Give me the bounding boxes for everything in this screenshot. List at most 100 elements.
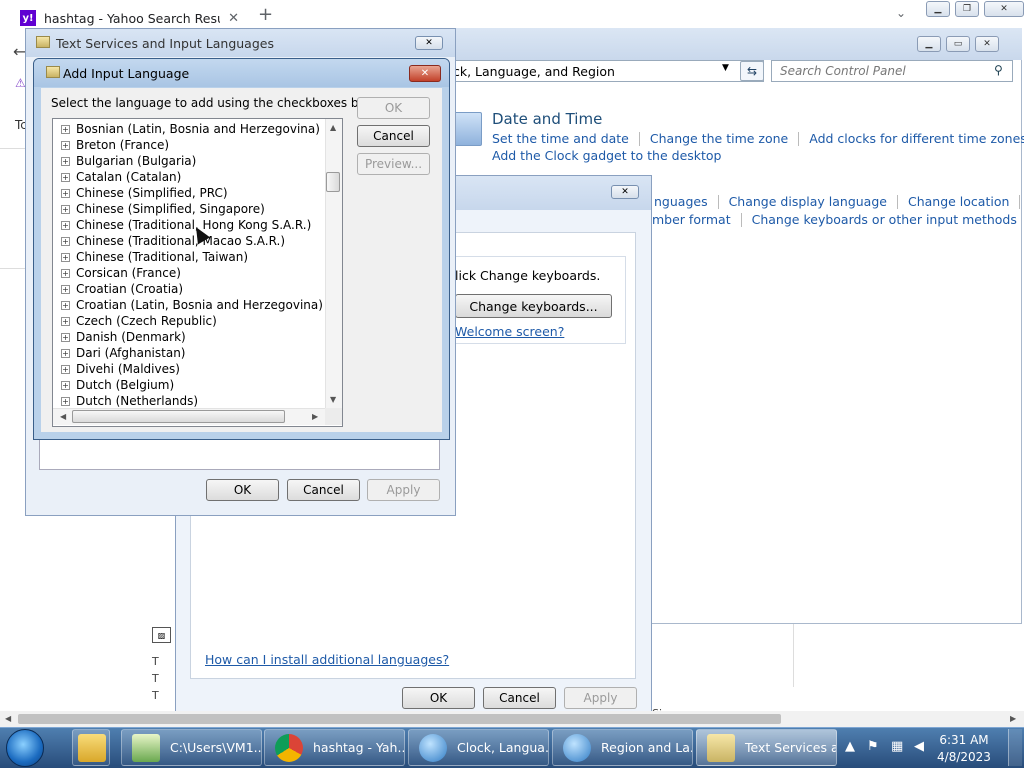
expand-icon[interactable]: + xyxy=(61,380,70,390)
list-item[interactable]: + Croatian (Croatia) xyxy=(61,281,183,297)
scroll-right-arrow-icon[interactable]: ▶ xyxy=(1010,714,1016,723)
close-icon[interactable]: ✕ xyxy=(984,1,1024,17)
maximize-icon[interactable]: ▭ xyxy=(946,36,970,52)
scroll-up-arrow-icon[interactable]: ▲ xyxy=(330,123,336,132)
expand-icon[interactable]: + xyxy=(61,172,70,182)
clock-gadget-link[interactable]: Add the Clock gadget to the desktop xyxy=(492,148,722,163)
close-icon[interactable]: ✕ xyxy=(975,36,999,52)
expand-icon[interactable]: + xyxy=(61,268,70,278)
expand-icon[interactable]: + xyxy=(61,332,70,342)
apply-button[interactable]: Apply xyxy=(564,687,637,709)
scroll-right-arrow-icon[interactable]: ▶ xyxy=(312,412,318,421)
taskbar-item-text-services[interactable]: Text Services a... xyxy=(696,729,837,766)
vertical-scroll-thumb[interactable] xyxy=(326,172,340,192)
list-item[interactable]: + Dutch (Netherlands) xyxy=(61,393,198,409)
address-bar[interactable]: ck, Language, and Region xyxy=(452,60,764,82)
list-item[interactable]: + Chinese (Simplified, Singapore) xyxy=(61,201,265,217)
taskbar-item-chrome[interactable]: hashtag - Yah... xyxy=(264,729,405,766)
date-time-heading[interactable]: Date and Time xyxy=(492,110,602,128)
list-item[interactable]: + Divehi (Maldives) xyxy=(61,361,180,377)
ok-button[interactable]: OK xyxy=(402,687,475,709)
expand-icon[interactable]: + xyxy=(61,156,70,166)
tab-close-icon[interactable]: ✕ xyxy=(228,11,239,26)
expand-icon[interactable]: + xyxy=(61,220,70,230)
close-icon[interactable]: ✕ xyxy=(611,185,639,199)
cancel-button[interactable]: Cancel xyxy=(357,125,430,147)
expand-icon[interactable]: + xyxy=(61,252,70,262)
date-time-icon[interactable] xyxy=(452,112,482,146)
list-item[interactable]: + Chinese (Traditional, Macao S.A.R.) xyxy=(61,233,285,249)
expand-icon[interactable]: + xyxy=(61,300,70,310)
scroll-down-arrow-icon[interactable]: ▼ xyxy=(330,395,336,404)
new-tab-button[interactable]: + xyxy=(258,4,273,25)
install-languages-link[interactable]: How can I install additional languages? xyxy=(205,652,449,667)
volume-muted-icon[interactable]: ◀ xyxy=(914,739,924,754)
start-button[interactable] xyxy=(6,729,44,767)
minimize-icon[interactable]: ▁ xyxy=(917,36,941,52)
list-item[interactable]: + Bulgarian (Bulgaria) xyxy=(61,153,196,169)
taskbar-item-region-language[interactable]: Region and La... xyxy=(552,729,693,766)
list-item[interactable]: + Czech (Czech Republic) xyxy=(61,313,217,329)
taskbar-item-cmd[interactable]: C:\Users\VM1.... xyxy=(121,729,262,766)
list-item[interactable]: + Dutch (Belgium) xyxy=(61,377,174,393)
expand-icon[interactable]: + xyxy=(61,124,70,134)
list-item[interactable]: + Dari (Afghanistan) xyxy=(61,345,185,361)
vertical-scrollbar[interactable] xyxy=(325,119,342,408)
scroll-left-arrow-icon[interactable]: ◀ xyxy=(5,714,11,723)
change-keyboards-link[interactable]: Change keyboards or other input methods xyxy=(752,212,1017,227)
address-dropdown-icon[interactable]: ▼ xyxy=(722,63,729,73)
list-item[interactable]: + Chinese (Traditional, Taiwan) xyxy=(61,249,248,265)
list-item[interactable]: + Chinese (Simplified, PRC) xyxy=(61,185,228,201)
apply-button[interactable]: Apply xyxy=(367,479,440,501)
refresh-icon[interactable]: ⇆ xyxy=(740,61,764,81)
change-keyboards-button[interactable]: Change keyboards... xyxy=(455,294,612,318)
expand-icon[interactable]: + xyxy=(61,348,70,358)
page-scroll-thumb[interactable] xyxy=(18,714,781,724)
cancel-button[interactable]: Cancel xyxy=(287,479,360,501)
change-display-language-link[interactable]: Change display language xyxy=(729,194,887,209)
ok-button[interactable]: OK xyxy=(357,97,430,119)
expand-icon[interactable]: + xyxy=(61,188,70,198)
search-input[interactable]: Search Control Panel xyxy=(771,60,1013,82)
explorer-taskbar-button[interactable] xyxy=(72,729,110,766)
list-item[interactable]: + Corsican (France) xyxy=(61,265,181,281)
list-item[interactable]: + Bosnian (Latin, Bosnia and Herzegovina) xyxy=(61,121,320,137)
horizontal-scroll-thumb[interactable] xyxy=(72,410,285,423)
taskbar-clock[interactable]: 6:31 AM 4/8/2023 xyxy=(930,732,998,766)
taskbar-item-clock-language[interactable]: Clock, Langua... xyxy=(408,729,549,766)
languages-link[interactable]: nguages xyxy=(654,194,708,209)
expand-icon[interactable]: + xyxy=(61,204,70,214)
restore-icon[interactable]: ❐ xyxy=(955,1,979,17)
set-time-date-link[interactable]: Set the time and date xyxy=(492,131,629,146)
ok-button[interactable]: OK xyxy=(206,479,279,501)
list-item[interactable]: + Breton (France) xyxy=(61,137,169,153)
expand-icon[interactable]: + xyxy=(61,284,70,294)
show-hidden-icons-icon[interactable]: ▲ xyxy=(845,739,855,754)
cancel-button[interactable]: Cancel xyxy=(483,687,556,709)
number-format-link[interactable]: mber format xyxy=(652,212,731,227)
search-icon[interactable]: ⚲ xyxy=(994,63,1003,77)
list-item[interactable]: + Croatian (Latin, Bosnia and Herzegovina… xyxy=(61,297,323,313)
show-desktop-button[interactable] xyxy=(1008,729,1022,766)
list-item[interactable]: + Chinese (Traditional, Hong Kong S.A.R.) xyxy=(61,217,311,233)
tab-search-chevron-icon[interactable]: ⌄ xyxy=(896,6,906,20)
close-icon[interactable]: ✕ xyxy=(415,36,443,50)
minimize-icon[interactable]: ▁ xyxy=(926,1,950,17)
list-item[interactable]: + Catalan (Catalan) xyxy=(61,169,181,185)
action-center-flag-icon[interactable]: ⚑ xyxy=(867,739,879,754)
expand-icon[interactable]: + xyxy=(61,140,70,150)
expand-icon[interactable]: + xyxy=(61,396,70,406)
expand-icon[interactable]: + xyxy=(61,364,70,374)
change-location-link[interactable]: Change location xyxy=(908,194,1009,209)
language-tree-list[interactable]: + Bosnian (Latin, Bosnia and Herzegovina)… xyxy=(52,118,343,427)
expand-icon[interactable]: + xyxy=(61,236,70,246)
change-time-zone-link[interactable]: Change the time zone xyxy=(650,131,788,146)
list-item[interactable]: + Danish (Denmark) xyxy=(61,329,186,345)
scroll-left-arrow-icon[interactable]: ◀ xyxy=(60,412,66,421)
close-icon[interactable]: ✕ xyxy=(409,65,441,82)
welcome-screen-link[interactable]: Welcome screen? xyxy=(455,324,564,339)
network-icon[interactable]: ▦ xyxy=(891,739,903,754)
preview-button[interactable]: Preview... xyxy=(357,153,430,175)
add-clocks-link[interactable]: Add clocks for different time zones xyxy=(809,131,1024,146)
expand-icon[interactable]: + xyxy=(61,316,70,326)
